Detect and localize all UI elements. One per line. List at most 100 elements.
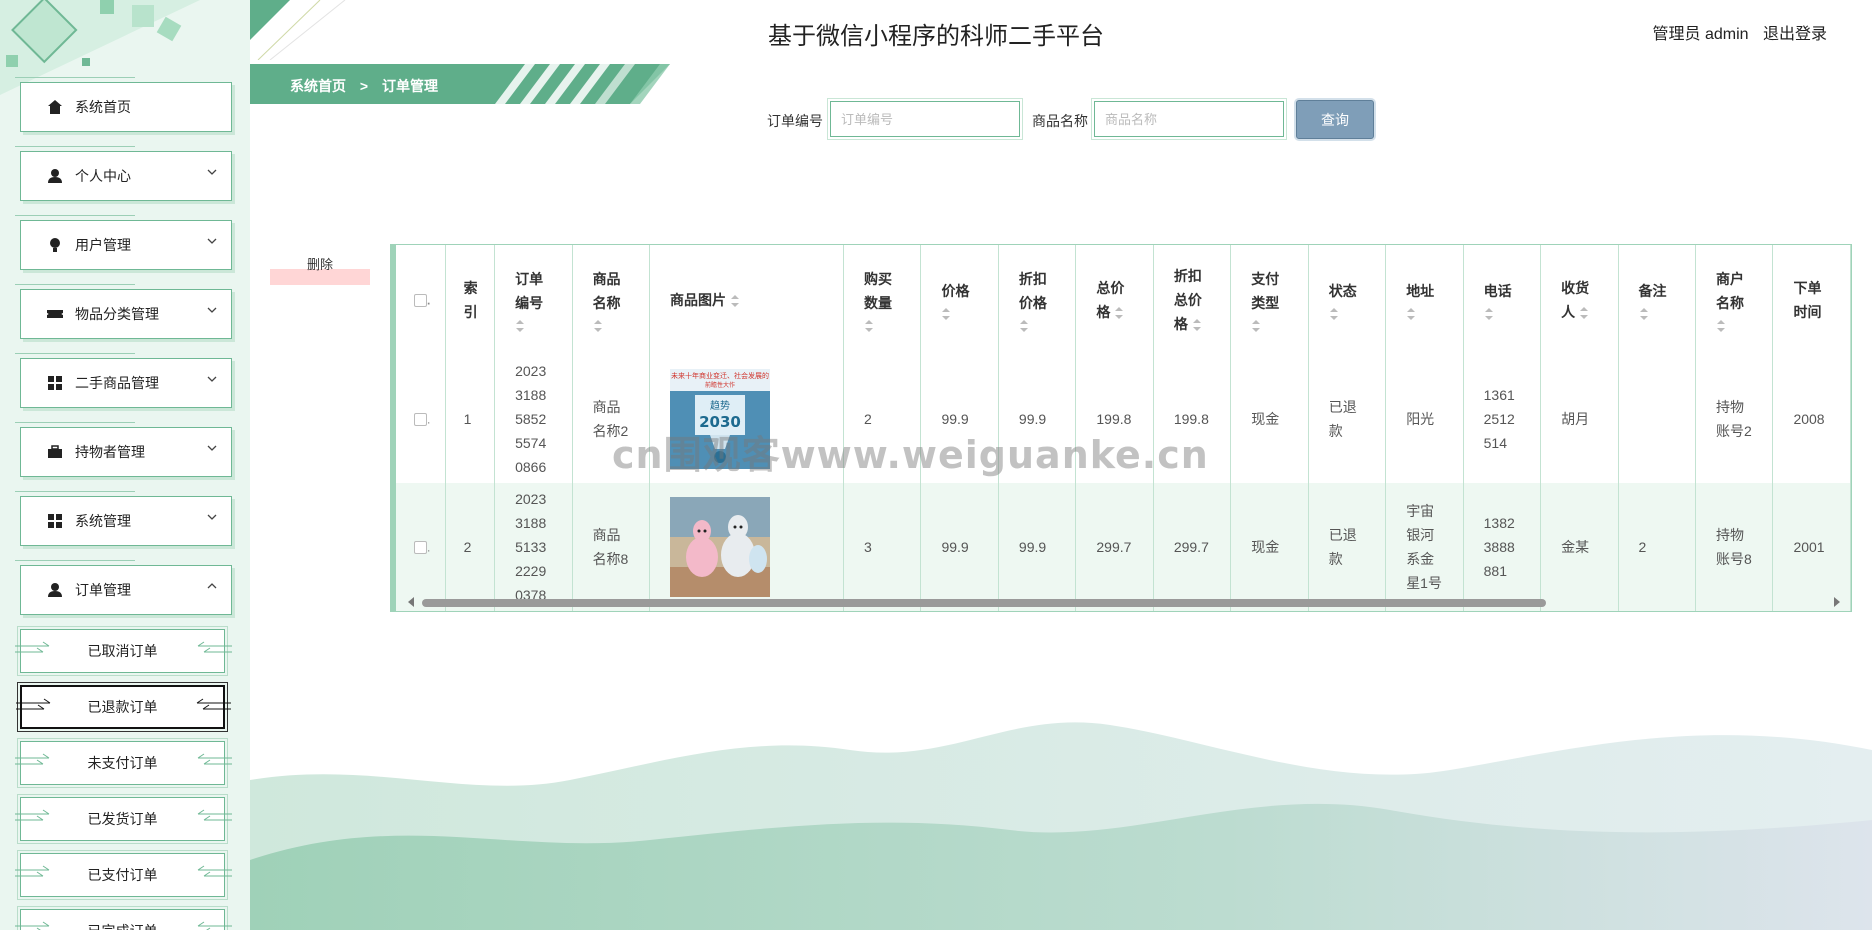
home-icon bbox=[47, 99, 63, 115]
cell-address: 宇宙银河系金星1号 bbox=[1385, 483, 1464, 611]
sort-icon[interactable] bbox=[730, 294, 740, 308]
sort-icon[interactable] bbox=[1251, 319, 1261, 333]
sort-icon[interactable] bbox=[593, 319, 603, 333]
breadcrumb-separator: > bbox=[359, 78, 369, 94]
col-order-time[interactable]: 下单时间 bbox=[1772, 245, 1851, 355]
sort-icon[interactable] bbox=[515, 319, 525, 333]
sort-icon[interactable] bbox=[1406, 307, 1416, 321]
logout-link[interactable]: 退出登录 bbox=[1763, 26, 1827, 43]
chevron-up-icon bbox=[207, 583, 217, 589]
sidebar-item-holder-management[interactable]: 持物者管理 bbox=[15, 422, 232, 477]
cell-product-name: 商品名称8 bbox=[572, 483, 651, 611]
col-phone[interactable]: 电话 bbox=[1463, 245, 1542, 355]
sort-icon[interactable] bbox=[1019, 319, 1029, 333]
scrollbar-thumb[interactable] bbox=[422, 599, 1546, 607]
sort-icon[interactable] bbox=[864, 319, 874, 333]
col-discount-total[interactable]: 折扣总价格 bbox=[1153, 245, 1232, 355]
row-checkbox[interactable] bbox=[414, 413, 427, 427]
submenu-shipped-orders[interactable]: 已发货订单 bbox=[15, 794, 232, 844]
submenu-completed-orders[interactable]: 已完成订单 bbox=[15, 906, 232, 930]
arrow-left-icon bbox=[197, 921, 232, 930]
sort-icon[interactable] bbox=[1192, 318, 1202, 332]
sort-icon[interactable] bbox=[1114, 306, 1124, 320]
row-checkbox-cell[interactable]: . bbox=[396, 483, 446, 611]
col-label: 支付类型 bbox=[1251, 271, 1280, 311]
cell-pay-type: 现金 bbox=[1230, 355, 1309, 483]
col-status[interactable]: 状态 bbox=[1308, 245, 1387, 355]
scroll-left-arrow-icon[interactable] bbox=[408, 597, 414, 607]
sidebar-item-home[interactable]: 系统首页 bbox=[15, 77, 232, 132]
book-cover-line1: 未来十年商业变迁、社会发展的 bbox=[671, 371, 769, 380]
submenu-unpaid-orders[interactable]: 未支付订单 bbox=[15, 738, 232, 788]
sort-icon[interactable] bbox=[1639, 307, 1649, 321]
col-remark[interactable]: 备注 bbox=[1618, 245, 1697, 355]
col-receiver[interactable]: 收货人 bbox=[1540, 245, 1619, 355]
cell-product-image bbox=[649, 483, 845, 611]
arrow-right-icon bbox=[15, 753, 50, 765]
col-pay-type[interactable]: 支付类型 bbox=[1230, 245, 1309, 355]
breadcrumb-home[interactable]: 系统首页 bbox=[290, 78, 346, 94]
search-button[interactable]: 查询 bbox=[1296, 100, 1374, 139]
col-order-no[interactable]: 订单编号 bbox=[494, 245, 573, 355]
plush-toys-image[interactable] bbox=[670, 497, 771, 597]
sort-icon[interactable] bbox=[1329, 307, 1339, 321]
col-merchant[interactable]: 商户名称 bbox=[1695, 245, 1774, 355]
sort-icon[interactable] bbox=[1579, 306, 1589, 320]
sidebar-item-label: 系统管理 bbox=[75, 513, 131, 529]
cell-order-time: 2008 bbox=[1772, 355, 1851, 483]
cell-merchant: 持物账号2 bbox=[1695, 355, 1774, 483]
product-name-label: 商品名称 bbox=[1032, 113, 1088, 129]
chevron-down-icon bbox=[207, 238, 217, 244]
select-all-checkbox-cell[interactable]: . bbox=[396, 245, 446, 355]
sort-icon[interactable] bbox=[941, 307, 951, 321]
header-decoration bbox=[250, 0, 346, 60]
col-address[interactable]: 地址 bbox=[1385, 245, 1464, 355]
sidebar-item-label: 物品分类管理 bbox=[75, 306, 159, 322]
book-cover-year: 2030 bbox=[699, 413, 741, 431]
arrow-right-icon bbox=[15, 641, 50, 653]
sort-icon[interactable] bbox=[1716, 319, 1726, 333]
col-product-image[interactable]: 商品图片 bbox=[649, 245, 845, 355]
sidebar-item-user-management[interactable]: 用户管理 bbox=[15, 215, 232, 270]
cell-quantity: 3 bbox=[843, 483, 922, 611]
cell-status: 已退款 bbox=[1308, 355, 1387, 483]
cell-order-no: 20233188513322290378 bbox=[494, 483, 573, 611]
scroll-right-arrow-icon[interactable] bbox=[1834, 597, 1840, 607]
row-checkbox[interactable] bbox=[414, 541, 427, 555]
sidebar-item-order-management[interactable]: 订单管理 bbox=[15, 560, 232, 615]
select-all-checkbox[interactable] bbox=[414, 294, 427, 308]
cell-receiver: 胡月 bbox=[1540, 355, 1619, 483]
sort-icon[interactable] bbox=[1484, 307, 1494, 321]
briefcase-icon bbox=[47, 444, 63, 460]
order-no-input[interactable] bbox=[827, 98, 1023, 140]
book-cover-image[interactable]: 未来十年商业变迁、社会发展的 前瞻性大作 趋势 2030 bbox=[670, 369, 771, 469]
sidebar-item-personal-center[interactable]: 个人中心 bbox=[15, 146, 232, 201]
col-label: 电话 bbox=[1483, 283, 1512, 299]
cell-remark: 2 bbox=[1618, 483, 1697, 611]
submenu-paid-orders[interactable]: 已支付订单 bbox=[15, 850, 232, 900]
submenu-refunded-orders[interactable]: 已退款订单 bbox=[16, 682, 231, 732]
sidebar-item-secondhand-goods[interactable]: 二手商品管理 bbox=[15, 353, 232, 408]
col-label: 折扣价格 bbox=[1018, 271, 1047, 311]
delete-button[interactable]: 删除 bbox=[270, 253, 370, 285]
cell-discount-total: 199.8 bbox=[1153, 355, 1232, 483]
col-product-name[interactable]: 商品名称 bbox=[572, 245, 651, 355]
user-icon bbox=[47, 168, 63, 184]
col-label: 下单时间 bbox=[1793, 280, 1822, 320]
submenu-label: 未支付订单 bbox=[87, 755, 158, 771]
arrow-right-icon bbox=[15, 921, 50, 930]
sidebar-item-label: 个人中心 bbox=[75, 168, 131, 184]
product-name-input[interactable] bbox=[1091, 98, 1287, 140]
submenu-cancelled-orders[interactable]: 已取消订单 bbox=[15, 626, 232, 676]
book-cover-line2: 前瞻性大作 bbox=[705, 381, 735, 389]
col-quantity[interactable]: 购买数量 bbox=[843, 245, 922, 355]
col-price[interactable]: 价格 bbox=[920, 245, 999, 355]
chevron-down-icon bbox=[207, 445, 217, 451]
table-horizontal-scrollbar[interactable] bbox=[390, 594, 1852, 612]
col-total[interactable]: 总价格 bbox=[1075, 245, 1154, 355]
col-discount-price[interactable]: 折扣价格 bbox=[998, 245, 1077, 355]
sidebar-item-system-management[interactable]: 系统管理 bbox=[15, 491, 232, 546]
row-checkbox-cell[interactable]: . bbox=[396, 355, 446, 483]
cell-index: 2 bbox=[445, 483, 496, 611]
sidebar-item-category-management[interactable]: 物品分类管理 bbox=[15, 284, 232, 339]
